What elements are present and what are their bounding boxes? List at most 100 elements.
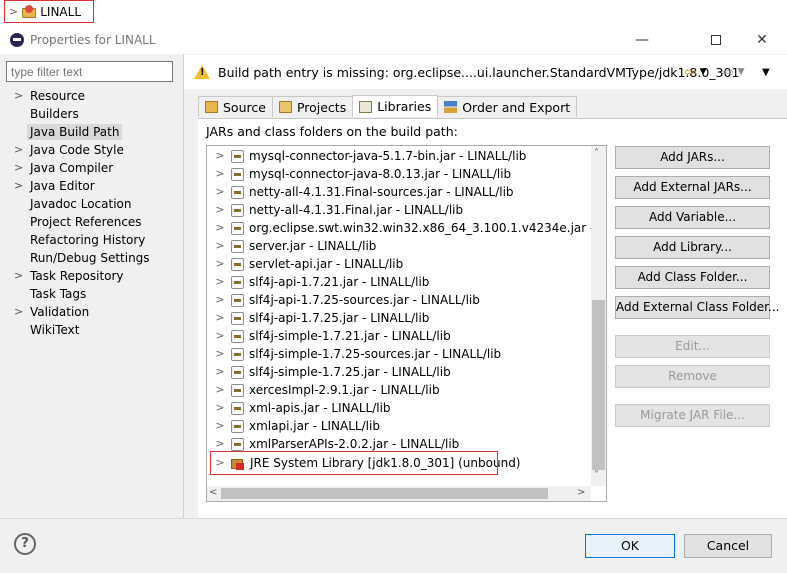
chevron-right-icon[interactable]: > xyxy=(213,255,227,273)
edit-button[interactable]: Edit... xyxy=(615,335,770,358)
library-list[interactable]: > mysql-connector-java-5.1.7-bin.jar - LI… xyxy=(206,145,607,502)
chevron-right-icon[interactable]: > xyxy=(213,237,227,255)
maximize-button[interactable] xyxy=(696,26,736,54)
chevron-right-icon[interactable]: > xyxy=(213,363,227,381)
list-item[interactable]: > slf4j-simple-1.7.21.jar - LINALL/lib xyxy=(207,327,450,345)
chevron-right-icon[interactable]: > xyxy=(213,291,227,309)
chevron-right-icon[interactable]: > xyxy=(14,267,23,285)
horizontal-scroll-thumb[interactable] xyxy=(221,488,548,499)
dialog-title: Properties for LINALL xyxy=(30,33,156,47)
add-external-class-folder-button[interactable]: Add External Class Folder... xyxy=(615,296,779,319)
chevron-right-icon[interactable]: > xyxy=(213,183,227,201)
chevron-right-icon[interactable]: > xyxy=(9,5,18,18)
tree-item-java-compiler[interactable]: > Java Compiler xyxy=(6,159,182,177)
list-item[interactable]: > slf4j-simple-1.7.25-sources.jar - LINAL… xyxy=(207,345,501,363)
sash-divider[interactable] xyxy=(183,54,184,518)
project-node-linall[interactable]: > LINALL xyxy=(4,0,94,23)
tree-item-builders[interactable]: Builders xyxy=(6,105,182,123)
jre-highlight-box xyxy=(210,451,498,475)
close-button[interactable]: ✕ xyxy=(742,26,782,54)
tab-libraries[interactable]: Libraries xyxy=(352,95,439,117)
footer-divider xyxy=(0,518,787,519)
forward-nav[interactable]: ⇨ ▼ xyxy=(722,63,745,81)
add-library-button[interactable]: Add Library... xyxy=(615,236,770,259)
back-arrow-icon[interactable]: ⇦ xyxy=(684,63,697,81)
remove-button[interactable]: Remove xyxy=(615,365,770,388)
chevron-right-icon[interactable]: > xyxy=(14,177,23,195)
view-menu-icon[interactable]: ▼ xyxy=(762,67,770,78)
jar-icon xyxy=(231,437,244,451)
list-item[interactable]: > netty-all-4.1.31.Final.jar - LINALL/lib xyxy=(207,201,463,219)
tree-item-java-build-path[interactable]: Java Build Path xyxy=(6,123,182,141)
tree-item-resource[interactable]: > Resource xyxy=(6,87,182,105)
maximize-icon xyxy=(711,35,721,45)
forward-arrow-icon[interactable]: ⇨ xyxy=(722,63,735,81)
ok-button[interactable]: OK xyxy=(585,534,675,558)
chevron-right-icon[interactable]: > xyxy=(14,303,23,321)
list-item[interactable]: > xmlapi.jar - LINALL/lib xyxy=(207,417,380,435)
tree-item-project-references[interactable]: Project References xyxy=(6,213,182,231)
tree-item-task-tags[interactable]: Task Tags xyxy=(6,285,182,303)
back-nav[interactable]: ⇦ ▼ xyxy=(684,63,707,81)
list-item[interactable]: > mysql-connector-java-8.0.13.jar - LINAL… xyxy=(207,165,511,183)
chevron-right-icon[interactable]: > xyxy=(213,309,227,327)
tree-item-javadoc-location[interactable]: Javadoc Location xyxy=(6,195,182,213)
tree-item-validation[interactable]: > Validation xyxy=(6,303,182,321)
list-item[interactable]: > server.jar - LINALL/lib xyxy=(207,237,376,255)
scroll-left-icon[interactable]: < xyxy=(209,487,217,498)
view-menu[interactable]: ▼ xyxy=(762,63,770,81)
chevron-right-icon[interactable]: > xyxy=(213,219,227,237)
tree-item-refactoring-history[interactable]: Refactoring History xyxy=(6,231,182,249)
minimize-button[interactable]: — xyxy=(622,26,662,54)
chevron-right-icon[interactable]: > xyxy=(213,381,227,399)
jar-icon xyxy=(231,257,244,271)
scroll-right-icon[interactable]: > xyxy=(577,487,585,498)
add-variable-button[interactable]: Add Variable... xyxy=(615,206,770,229)
migrate-jar-button[interactable]: Migrate JAR File... xyxy=(615,404,770,427)
cancel-button[interactable]: Cancel xyxy=(684,534,772,558)
chevron-right-icon[interactable]: > xyxy=(213,147,227,165)
chevron-down-icon[interactable]: ▼ xyxy=(738,67,745,77)
java-project-icon xyxy=(22,5,37,18)
jar-icon xyxy=(231,293,244,307)
scroll-up-icon[interactable]: ˄ xyxy=(594,148,599,159)
chevron-right-icon[interactable]: > xyxy=(213,165,227,183)
filter-input[interactable] xyxy=(6,61,173,82)
tree-item-wikitext[interactable]: WikiText xyxy=(6,321,182,339)
chevron-right-icon[interactable]: > xyxy=(213,345,227,363)
add-jars-button[interactable]: Add JARs... xyxy=(615,146,770,169)
chevron-right-icon[interactable]: > xyxy=(213,201,227,219)
jar-icon xyxy=(231,329,244,343)
chevron-right-icon[interactable]: > xyxy=(213,399,227,417)
chevron-right-icon[interactable]: > xyxy=(213,327,227,345)
add-external-jars-button[interactable]: Add External JARs... xyxy=(615,176,770,199)
chevron-right-icon[interactable]: > xyxy=(14,87,23,105)
list-item[interactable]: > slf4j-api-1.7.25.jar - LINALL/lib xyxy=(207,309,429,327)
list-item[interactable]: > servlet-api.jar - LINALL/lib xyxy=(207,255,403,273)
tab-projects[interactable]: Projects xyxy=(271,96,354,117)
vertical-scroll-thumb[interactable] xyxy=(592,300,605,470)
tree-item-java-editor[interactable]: > Java Editor xyxy=(6,177,182,195)
list-item[interactable]: > mysql-connector-java-5.1.7-bin.jar - LI… xyxy=(207,147,526,165)
chevron-down-icon[interactable]: ▼ xyxy=(700,67,707,77)
list-item[interactable]: > xercesImpl-2.9.1.jar - LINALL/lib xyxy=(207,381,439,399)
tab-source[interactable]: Source xyxy=(198,96,273,117)
list-item[interactable]: > slf4j-api-1.7.21.jar - LINALL/lib xyxy=(207,273,429,291)
list-item[interactable]: > netty-all-4.1.31.Final-sources.jar - LI… xyxy=(207,183,513,201)
chevron-right-icon[interactable]: > xyxy=(213,273,227,291)
chevron-right-icon[interactable]: > xyxy=(213,417,227,435)
tree-item-task-repository[interactable]: > Task Repository xyxy=(6,267,182,285)
list-item[interactable]: > org.eclipse.swt.win32.win32.x86_64_3.10… xyxy=(207,219,606,237)
add-class-folder-button[interactable]: Add Class Folder... xyxy=(615,266,770,289)
list-item[interactable]: > xml-apis.jar - LINALL/lib xyxy=(207,399,390,417)
list-item[interactable]: > slf4j-api-1.7.25-sources.jar - LINALL/l… xyxy=(207,291,479,309)
scroll-down-icon[interactable]: ˅ xyxy=(594,470,599,481)
chevron-right-icon[interactable]: > xyxy=(14,159,23,177)
source-folder-icon xyxy=(205,101,218,113)
list-item[interactable]: > slf4j-simple-1.7.25.jar - LINALL/lib xyxy=(207,363,450,381)
chevron-right-icon[interactable]: > xyxy=(14,141,23,159)
tab-order-and-export[interactable]: Order and Export xyxy=(437,96,578,117)
tree-item-java-code-style[interactable]: > Java Code Style xyxy=(6,141,182,159)
tree-item-run-debug-settings[interactable]: Run/Debug Settings xyxy=(6,249,182,267)
help-icon[interactable]: ? xyxy=(14,533,36,555)
